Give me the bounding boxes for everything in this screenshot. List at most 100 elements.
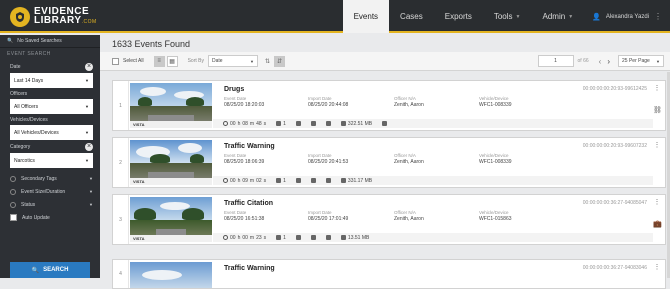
event-card[interactable]: 2 VISTA Traffic Warning Event Date 08/25/… — [112, 137, 666, 188]
device-label: Vehicle/Device — [479, 210, 509, 215]
brand-label: VISTA — [130, 178, 212, 185]
import-date-col: Import Date 08/25/20 17:01:49 — [308, 210, 348, 222]
device-value: WFC1-015863 — [479, 216, 512, 222]
app-logo[interactable]: EVIDENCE LIBRARY.COM — [10, 7, 97, 27]
event-card[interactable]: 4 Traffic Warning 00:00:00:00:36:27-9408… — [112, 259, 666, 289]
event-thumbnail[interactable] — [130, 262, 212, 288]
event-thumbnail[interactable] — [130, 83, 212, 122]
event-meta: 00 h 08 m 48 s 1 322.51 MB — [213, 119, 653, 128]
event-number: 1 — [113, 81, 129, 130]
video-count-value: 1 — [283, 177, 286, 184]
tag-icon[interactable] — [382, 121, 388, 126]
event-title[interactable]: Traffic Citation — [224, 200, 273, 207]
officers-label: Officers — [10, 91, 28, 97]
nav-tools[interactable]: Tools ▼ — [483, 0, 532, 33]
auto-update-checkbox[interactable] — [10, 214, 17, 221]
trash-icon[interactable] — [325, 178, 331, 183]
officer-value: Zenith, Aaron — [394, 159, 424, 165]
export-icon[interactable] — [310, 121, 316, 126]
next-page-icon[interactable]: › — [607, 57, 610, 66]
event-date-label: Event Date — [224, 96, 247, 101]
event-title[interactable]: Drugs — [224, 86, 244, 93]
video-count-value: 1 — [283, 120, 286, 127]
event-date-label: Event Date — [224, 210, 247, 215]
saved-searches[interactable]: 🔍 No Saved Searches — [0, 35, 100, 48]
more-icon[interactable]: ⋮ — [653, 199, 661, 207]
event-title[interactable]: Traffic Warning — [224, 265, 275, 272]
event-size-row[interactable]: Event Size/Duration ▼ — [0, 185, 100, 198]
event-thumbnail[interactable] — [130, 197, 212, 236]
grid-view-icon[interactable]: ▦ — [166, 55, 178, 67]
device-col: Vehicle/Device WFC1-008339 — [479, 96, 512, 108]
event-card[interactable]: 1 VISTA Drugs Event Date 08/25/20 18:20:0… — [112, 80, 666, 131]
event-date-col: Event Date 08/25/20 16:51:38 — [224, 210, 264, 222]
export-icon[interactable] — [310, 178, 316, 183]
user-menu[interactable]: 👤 Alexandra Yazdi ⋮ — [584, 0, 670, 33]
file-size: 322.51 MB — [340, 121, 372, 127]
tag-icon — [10, 175, 16, 182]
more-icon[interactable]: ⋮ — [653, 85, 661, 93]
chevron-down-icon: ▼ — [85, 78, 89, 83]
event-thumbnail[interactable] — [130, 140, 212, 179]
file-size-value: 331.17 MB — [347, 177, 373, 184]
chevron-down-icon: ▼ — [85, 158, 89, 163]
officer-value: Zenith, Aaron — [394, 216, 424, 222]
case-icon[interactable]: 💼 — [653, 220, 662, 228]
duration-minutes: 09 — [242, 177, 248, 184]
event-id: 00:00:00:00:20:93-99607232 — [582, 143, 647, 149]
search-button[interactable]: 🔍 SEARCH — [10, 262, 90, 278]
close-icon[interactable]: × — [85, 63, 93, 71]
event-card[interactable]: 3 VISTA Traffic Citation Event Date 08/25… — [112, 194, 666, 245]
video-icon — [276, 235, 282, 240]
duration: 00 h 00 m 23 s — [223, 235, 266, 241]
sort-by-select[interactable]: Date ▼ — [207, 55, 258, 67]
nav-cases[interactable]: Cases — [389, 0, 434, 33]
sidebar: 🔍 No Saved Searches EVENT SEARCH Date × L… — [0, 35, 100, 278]
trash-icon[interactable] — [325, 235, 331, 240]
nav-admin-label: Admin — [542, 12, 566, 21]
vehicles-label: Vehicles/Devices — [10, 117, 48, 123]
file-size-value: 13.51 MB — [347, 234, 370, 241]
secondary-tags-row[interactable]: Secondary Tags ▼ — [0, 172, 100, 185]
more-icon[interactable]: ⋮ — [653, 264, 661, 272]
select-all-checkbox[interactable] — [112, 57, 119, 65]
export-icon[interactable] — [310, 235, 316, 240]
close-icon[interactable]: × — [85, 143, 93, 151]
logo-line2: LIBRARY — [34, 15, 82, 26]
select-all-label[interactable]: Select All — [123, 58, 144, 64]
device-label: Vehicle/Device — [479, 153, 509, 158]
nav-admin[interactable]: Admin ▼ — [532, 0, 585, 33]
event-number: 3 — [113, 195, 129, 244]
prev-page-icon[interactable]: ‹ — [599, 57, 602, 66]
auto-update-row[interactable]: Auto Update — [0, 211, 100, 224]
officer-label: Officer N/A — [394, 210, 416, 215]
link-icon[interactable]: ⛓ — [653, 106, 662, 114]
lock-icon[interactable] — [295, 235, 301, 240]
status-row[interactable]: Status ▼ — [0, 198, 100, 211]
search-icon: 🔍 — [31, 267, 40, 274]
lock-icon[interactable] — [295, 121, 301, 126]
list-view-icon[interactable]: ≡ — [153, 55, 165, 67]
video-count: 1 — [276, 235, 286, 241]
sort-ascending-icon[interactable]: ⇅ — [262, 56, 273, 67]
category-select[interactable]: Narcotics ▼ — [10, 153, 93, 168]
date-select[interactable]: Last 14 Days ▼ — [10, 73, 93, 88]
event-date-col: Event Date 08/25/20 18:06:39 — [224, 153, 264, 165]
event-id: 00:00:00:00:36:27-94083046 — [582, 265, 647, 271]
device-col: Vehicle/Device WFC1-008339 — [479, 153, 512, 165]
vehicles-select[interactable]: All Vehicles/Devices ▼ — [10, 125, 93, 140]
event-title[interactable]: Traffic Warning — [224, 143, 275, 150]
more-icon[interactable]: ⋮ — [653, 142, 661, 150]
lock-icon[interactable] — [295, 178, 301, 183]
nav-exports[interactable]: Exports — [434, 0, 483, 33]
event-id: 00:00:00:00:36:27-94085047 — [582, 200, 647, 206]
chevron-down-icon: ▼ — [250, 58, 254, 64]
per-page-select[interactable]: 25 Per Page ▼ — [618, 55, 664, 67]
page-input[interactable]: 1 — [537, 55, 574, 67]
duration-hours: 00 — [230, 120, 236, 127]
folder-icon — [340, 235, 346, 240]
sort-descending-icon[interactable]: ⇵ — [273, 55, 285, 67]
nav-events[interactable]: Events — [342, 0, 390, 33]
trash-icon[interactable] — [325, 121, 331, 126]
officers-select[interactable]: All Officers ▼ — [10, 99, 93, 114]
